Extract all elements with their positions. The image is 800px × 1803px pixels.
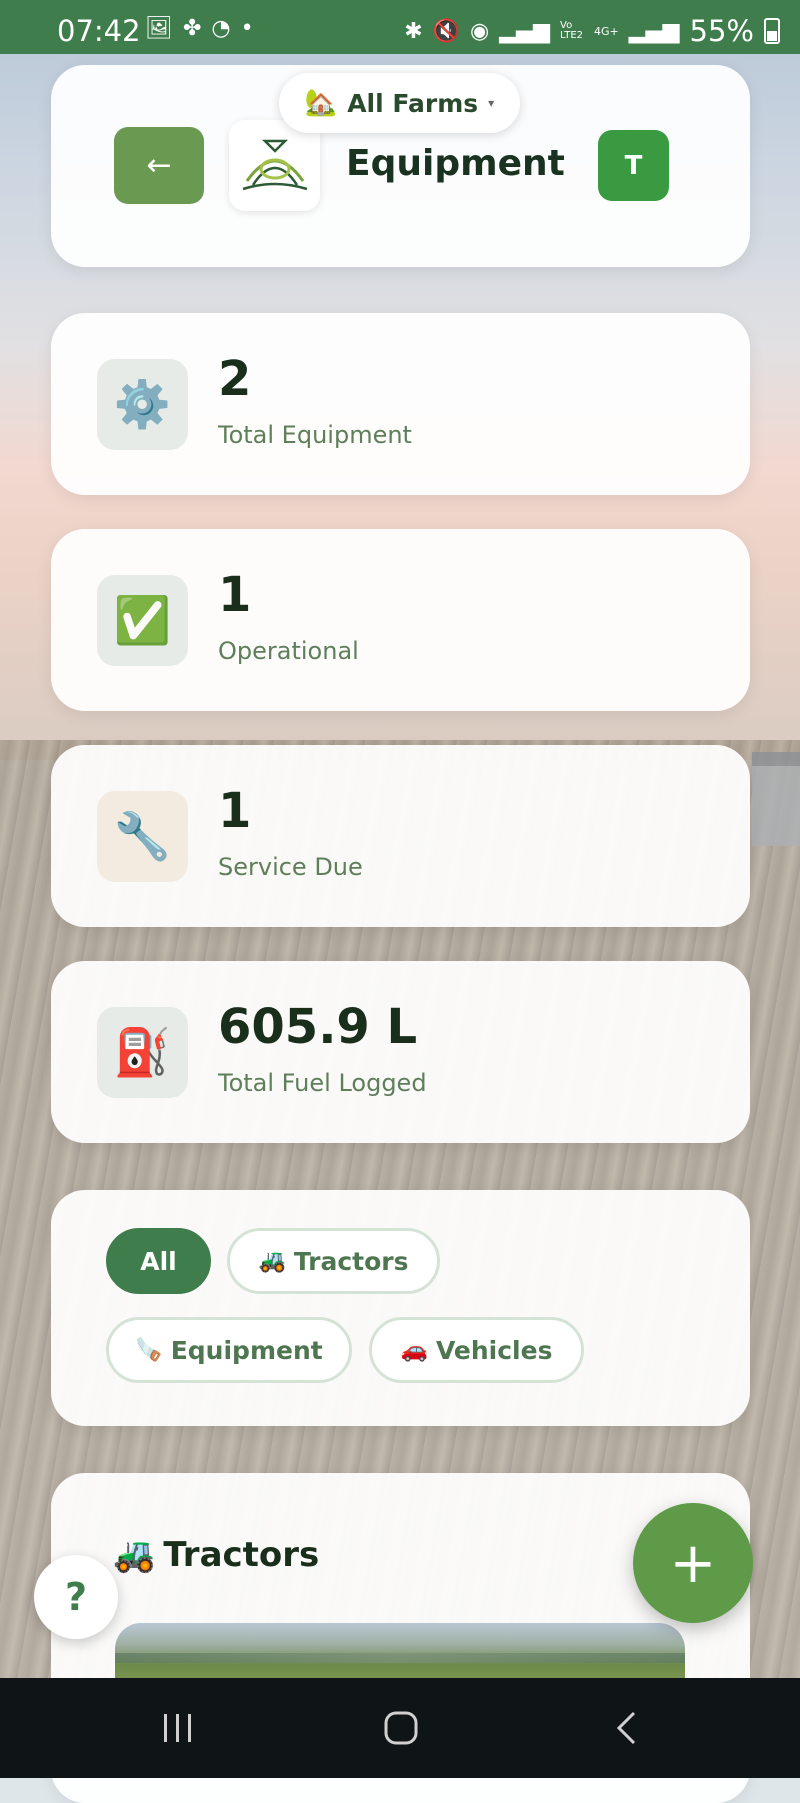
signal-icon: ▂▄▆ (628, 18, 680, 44)
add-equipment-button[interactable]: + (633, 1503, 753, 1623)
help-button[interactable]: ? (34, 1555, 118, 1639)
caret-down-icon: ▾ (488, 96, 495, 110)
signal-icon: ▂▄▆ (499, 18, 551, 44)
pinwheel-icon: ✤ (182, 16, 202, 41)
wrench-icon: 🔧 (97, 791, 188, 882)
notification-icons: 🖼 ✤ ◔ • (145, 16, 254, 41)
filter-chip-label: All (140, 1246, 177, 1276)
filter-chip-vehicles[interactable]: 🚗 Vehicles (369, 1317, 584, 1383)
home-button[interactable] (361, 1706, 441, 1750)
stat-label: Service Due (218, 853, 363, 881)
hotspot-icon: ◉ (470, 18, 490, 44)
status-bar: 07:42 🖼 ✤ ◔ • ✱ 🔇 ◉ ▂▄▆ Vo LTE2 4G+ ▂▄▆ … (0, 0, 800, 54)
status-time: 07:42 (57, 14, 141, 48)
filter-chip-all[interactable]: All (106, 1228, 211, 1294)
farm-selector[interactable]: 🏡 All Farms ▾ (279, 73, 520, 133)
image-icon: 🖼 (145, 16, 173, 41)
tractor-icon: 🚜 (258, 1248, 286, 1274)
filter-chip-equipment[interactable]: 🪚 Equipment (106, 1317, 352, 1383)
stat-label: Total Equipment (218, 421, 412, 449)
stat-label: Total Fuel Logged (218, 1069, 427, 1097)
filter-chip-label: Tractors (293, 1246, 409, 1276)
volte-icon: Vo LTE2 (560, 20, 583, 41)
battery-percent: 55% (689, 14, 754, 48)
home-icon (384, 1711, 418, 1745)
network-type-icon: 4G+ (594, 24, 619, 38)
bluetooth-icon: ✱ (404, 18, 423, 44)
whatsapp-icon: ◔ (211, 16, 231, 41)
back-nav-button[interactable] (586, 1706, 666, 1750)
saw-icon: 🪚 (135, 1337, 163, 1363)
system-icons: ✱ 🔇 ◉ ▂▄▆ Vo LTE2 4G+ ▂▄▆ 55% (404, 14, 780, 48)
stat-label: Operational (218, 637, 359, 665)
stat-value: 2 (218, 351, 252, 407)
farm-selector-label: All Farms (347, 88, 479, 118)
recent-apps-button[interactable] (138, 1706, 218, 1750)
filter-chip-tractors[interactable]: 🚜 Tractors (227, 1228, 440, 1294)
filter-card: All 🚜 Tractors 🪚 Equipment 🚗 Vehicles (51, 1190, 750, 1426)
stat-card-total-equipment[interactable]: ⚙️ 2 Total Equipment (51, 313, 750, 495)
user-avatar[interactable]: T (598, 130, 669, 201)
filter-chip-label: Equipment (170, 1335, 323, 1365)
farm-house-icon: 🏡 (304, 88, 338, 118)
tractor-icon: 🚜 (113, 1535, 156, 1575)
filter-chip-label: Vehicles (435, 1335, 553, 1365)
stat-value: 1 (218, 783, 252, 839)
mute-icon: 🔇 (432, 18, 461, 44)
fuel-pump-icon: ⛽ (97, 1007, 188, 1098)
section-title: 🚜 Tractors (113, 1535, 319, 1575)
page-title: Equipment (346, 143, 565, 184)
stat-card-total-fuel[interactable]: ⛽ 605.9 L Total Fuel Logged (51, 961, 750, 1143)
back-button[interactable]: ← (114, 127, 204, 204)
recent-apps-icon (164, 1714, 191, 1742)
stat-card-operational[interactable]: ✅ 1 Operational (51, 529, 750, 711)
app-logo (229, 120, 320, 211)
car-icon: 🚗 (400, 1337, 428, 1363)
logo-emblem-icon (242, 139, 307, 190)
gear-icon: ⚙️ (97, 359, 188, 450)
dot-icon: • (240, 16, 254, 41)
checkmark-icon: ✅ (97, 575, 188, 666)
system-nav-bar (0, 1678, 800, 1778)
back-arrow-icon (616, 1711, 636, 1745)
stat-value: 1 (218, 567, 252, 623)
stat-card-service-due[interactable]: 🔧 1 Service Due (51, 745, 750, 927)
battery-icon (764, 18, 780, 44)
section-title-label: Tractors (163, 1535, 320, 1575)
stat-value: 605.9 L (218, 999, 418, 1055)
